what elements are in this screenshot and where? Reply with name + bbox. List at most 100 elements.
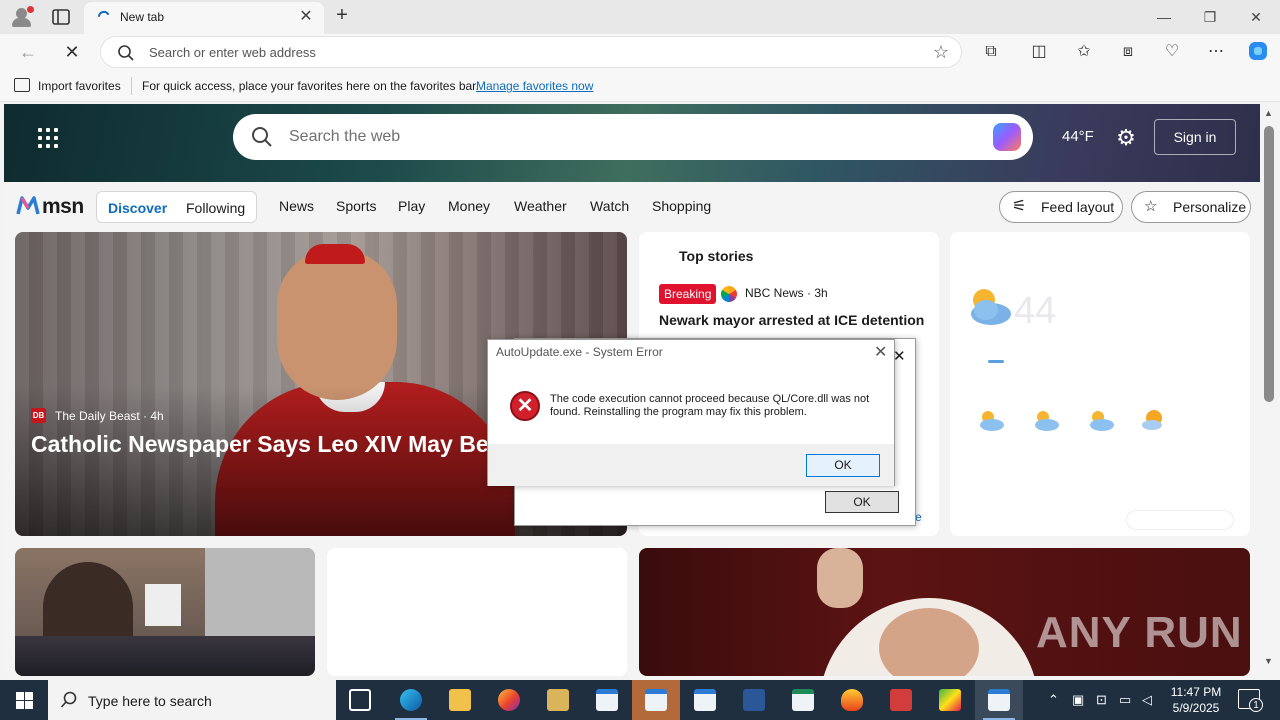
restore-button[interactable]: ❐ <box>1188 4 1232 30</box>
story-source: The Daily Beast · 4h <box>55 409 164 423</box>
page-scrollbar[interactable]: ▲ ▼ <box>1260 104 1280 676</box>
collections-icon[interactable]: ⧈ <box>1116 40 1140 64</box>
nav-sports[interactable]: Sports <box>336 198 376 214</box>
ok-button[interactable]: OK <box>806 454 880 477</box>
weather-card[interactable]: 44 <box>950 232 1250 536</box>
see-more-link[interactable]: e <box>915 510 922 524</box>
import-favorites-button[interactable]: Import favorites <box>38 79 121 93</box>
msn-wordmark: msn <box>42 195 84 218</box>
ok-button[interactable]: OK <box>825 491 899 513</box>
tab-close-icon[interactable]: ✕ <box>298 8 314 26</box>
tab-discover[interactable]: Discover <box>108 200 167 216</box>
more-menu-icon[interactable]: ⋯ <box>1204 40 1228 64</box>
taskbar-search[interactable]: Type here to search <box>48 680 336 720</box>
feed-layout-button[interactable]: ⚟ Feed layout <box>999 191 1123 223</box>
extensions-icon[interactable]: ⧉ <box>979 40 1003 64</box>
import-favorites-icon[interactable] <box>14 78 30 92</box>
address-bar[interactable]: Search or enter web address ☆ <box>100 36 962 68</box>
web-search-input[interactable]: Search the web <box>289 128 400 146</box>
msn-logo[interactable]: msn <box>16 192 86 220</box>
tab-following[interactable]: Following <box>186 200 245 216</box>
nav-watch[interactable]: Watch <box>590 198 629 214</box>
weather-see-more-button[interactable] <box>1126 510 1234 530</box>
tray-overflow-icon[interactable]: ⌃ <box>1048 692 1059 708</box>
notification-center-icon[interactable]: 1 <box>1238 689 1263 712</box>
feed-layout-label: Feed layout <box>1041 199 1115 215</box>
new-tab-button[interactable]: + <box>332 5 352 27</box>
back-arrow-icon[interactable]: ← <box>14 39 42 65</box>
window-app-icon[interactable] <box>583 680 631 720</box>
search-icon <box>117 44 135 62</box>
split-screen-icon[interactable]: ◫ <box>1027 40 1051 64</box>
nav-play[interactable]: Play <box>398 198 425 214</box>
divider <box>131 77 132 95</box>
sign-in-button[interactable]: Sign in <box>1154 119 1236 155</box>
address-input[interactable]: Search or enter web address <box>149 45 316 60</box>
firefox-icon[interactable] <box>485 680 533 720</box>
window-app-icon[interactable] <box>779 680 827 720</box>
sliders-icon: ⚟ <box>1012 198 1027 215</box>
loading-spinner-icon <box>96 10 112 26</box>
system-error-dialog: AutoUpdate.exe - System Error ✕ ✕ The co… <box>487 339 895 486</box>
taskbar-search-input[interactable]: Type here to search <box>88 693 212 709</box>
window-app-icon[interactable] <box>975 680 1023 720</box>
error-icon: ✕ <box>510 391 540 421</box>
stop-loading-icon[interactable]: ✕ <box>58 39 86 65</box>
nav-shopping[interactable]: Shopping <box>652 198 711 214</box>
address-bar-row: ← ✕ Search or enter web address ☆ ⧉ ◫ ✩ … <box>0 34 1280 70</box>
flame-app-icon[interactable] <box>828 680 876 720</box>
protest-story-card[interactable] <box>15 548 315 676</box>
file-explorer-icon[interactable] <box>436 680 484 720</box>
powershell-icon[interactable] <box>730 680 778 720</box>
browser-essentials-icon[interactable]: ♡ <box>1160 40 1184 64</box>
scroll-down-icon[interactable]: ▼ <box>1264 656 1273 666</box>
apps-grid-icon[interactable] <box>38 128 58 148</box>
copilot-search-icon[interactable] <box>993 123 1021 151</box>
nbc-peacock-icon <box>721 286 737 302</box>
tab-new-tab[interactable]: New tab ✕ <box>84 2 324 34</box>
temperature-readout[interactable]: 44°F <box>1062 128 1094 145</box>
forecast-cloud-sun-icon <box>1140 408 1170 432</box>
tab-actions-icon[interactable] <box>50 6 72 28</box>
task-view-icon[interactable] <box>336 680 384 720</box>
top-stories-title: Top stories <box>679 248 754 264</box>
hero-banner: Search the web 44°F ⚙ Sign in <box>4 104 1260 182</box>
scrollbar-thumb[interactable] <box>1264 126 1274 402</box>
start-button[interactable] <box>0 680 48 720</box>
close-icon[interactable]: ✕ <box>874 342 887 362</box>
gear-icon[interactable]: ⚙ <box>1114 126 1138 150</box>
favorite-star-icon[interactable]: ☆ <box>933 42 949 63</box>
window-app-icon[interactable] <box>681 680 729 720</box>
taskbar-clock[interactable]: 11:47 PM 5/9/2025 <box>1168 684 1224 716</box>
tray-gift-icon[interactable]: ▣ <box>1072 692 1084 708</box>
personalize-button[interactable]: ☆ Personalize <box>1131 191 1251 223</box>
volume-icon[interactable]: ◁ <box>1142 692 1152 708</box>
edge-browser-icon[interactable] <box>387 680 435 720</box>
colorful-app-icon[interactable] <box>926 680 974 720</box>
msn-nav-bar: msn Discover Following News Sports Play … <box>4 182 1260 232</box>
forecast-cloud-moon-icon <box>1086 408 1116 432</box>
web-search-box[interactable]: Search the web <box>233 114 1033 160</box>
tray-device-icon[interactable]: ⊡ <box>1096 692 1107 708</box>
copilot-icon[interactable] <box>1246 40 1270 64</box>
clock-date: 5/9/2025 <box>1172 701 1220 715</box>
file-manager-icon[interactable] <box>534 680 582 720</box>
feed-tab-switcher: Discover Following <box>96 191 257 223</box>
favorites-bar-message: For quick access, place your favorites h… <box>142 79 479 93</box>
favorites-icon[interactable]: ✩ <box>1072 40 1096 64</box>
nav-money[interactable]: Money <box>448 198 490 214</box>
scroll-up-icon[interactable]: ▲ <box>1264 108 1273 118</box>
minimize-button[interactable]: — <box>1142 4 1186 30</box>
weather-temperature: 44 <box>1014 290 1057 332</box>
autoupdate-app-icon[interactable] <box>632 680 680 720</box>
close-window-button[interactable]: ✕ <box>1234 4 1278 30</box>
top-story-headline[interactable]: Newark mayor arrested at ICE detention <box>659 310 925 331</box>
search-icon <box>251 126 273 148</box>
profile-avatar-icon[interactable] <box>10 6 34 28</box>
gift-app-icon[interactable] <box>877 680 925 720</box>
manage-favorites-link[interactable]: Manage favorites now <box>476 79 593 93</box>
story-image <box>145 584 181 626</box>
nav-weather[interactable]: Weather <box>514 198 567 214</box>
network-icon[interactable]: ▭ <box>1119 692 1131 708</box>
nav-news[interactable]: News <box>279 198 314 214</box>
